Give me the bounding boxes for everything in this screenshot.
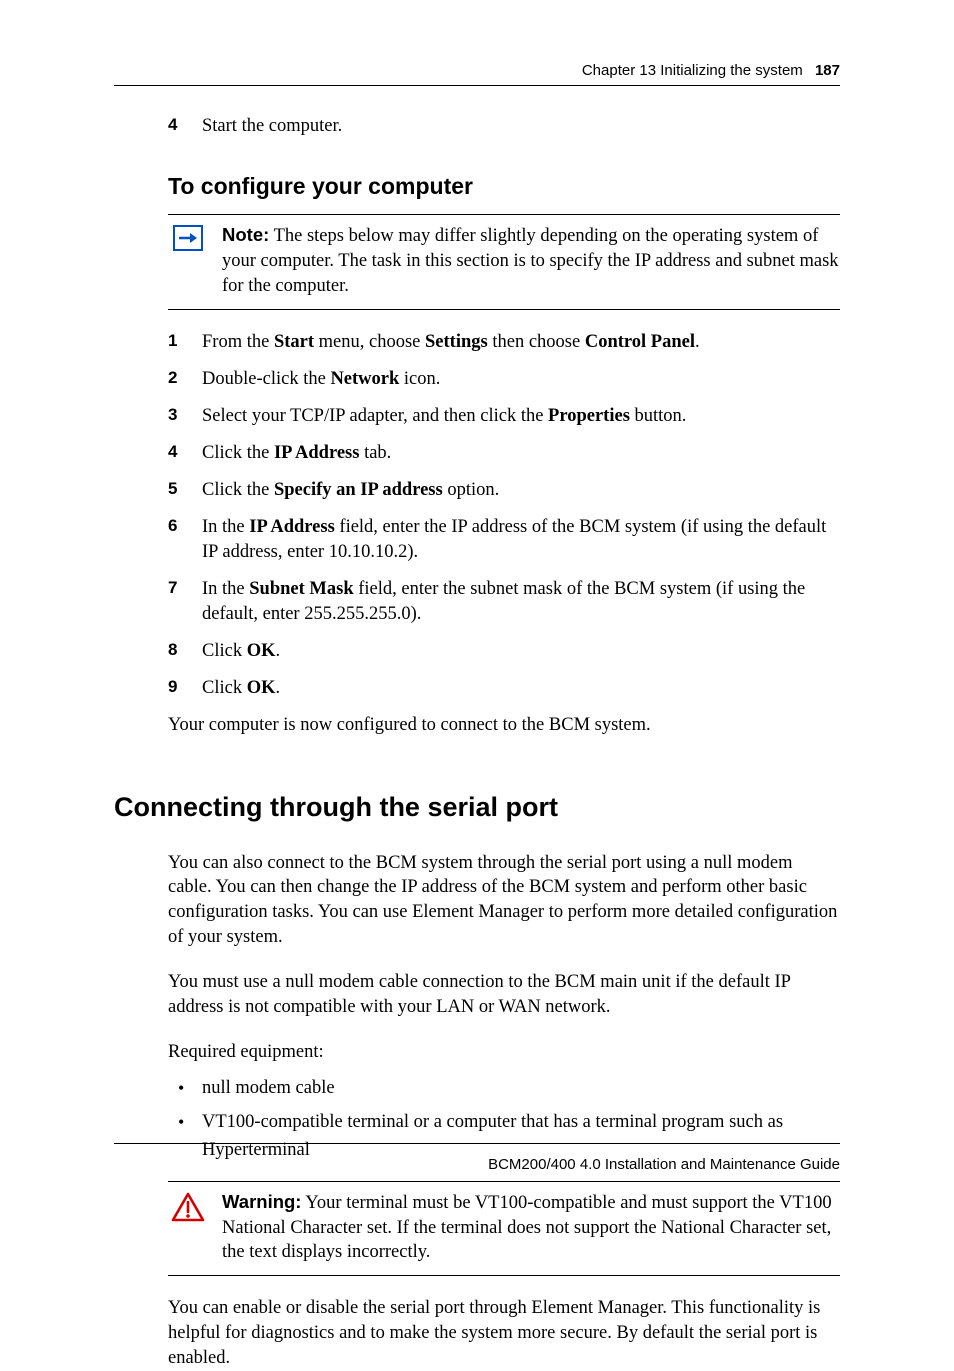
step-number: 8: [168, 639, 177, 662]
step-item: 7 In the Subnet Mask field, enter the sub…: [168, 577, 840, 627]
step-number: 4: [168, 114, 177, 137]
list-item: null modem cable: [168, 1075, 840, 1103]
heading-configure: To configure your computer: [168, 173, 840, 200]
pre-step-list: 4 Start the computer.: [168, 114, 840, 139]
chapter-label: Chapter 13 Initializing the system: [582, 62, 803, 79]
note-text: Note: The steps below may differ slightl…: [222, 223, 840, 299]
step-item: 1 From the Start menu, choose Settings th…: [168, 330, 840, 355]
step-item: 8 Click OK.: [168, 639, 840, 664]
step-item: 5 Click the Specify an IP address option.: [168, 478, 840, 503]
step-number: 6: [168, 515, 177, 538]
footer-rule: [114, 1143, 840, 1144]
step-item: 3 Select your TCP/IP adapter, and then cl…: [168, 404, 840, 429]
note-callout: Note: The steps below may differ slightl…: [168, 214, 840, 310]
running-header: Chapter 13 Initializing the system 187: [114, 62, 840, 79]
step-text: From the Start menu, choose Settings the…: [202, 332, 700, 352]
configure-closing: Your computer is now configured to conne…: [168, 713, 840, 738]
serial-p1: You can also connect to the BCM system t…: [168, 851, 840, 951]
step-text: Click the Specify an IP address option.: [202, 480, 499, 500]
step-text: Start the computer.: [202, 116, 342, 136]
step-text: Click the IP Address tab.: [202, 443, 391, 463]
step-text: Double-click the Network icon.: [202, 369, 440, 389]
note-icon-cell: [168, 223, 208, 251]
step-number: 9: [168, 676, 177, 699]
step-item: 4 Start the computer.: [168, 114, 840, 139]
warning-text: Warning: Your terminal must be VT100-com…: [222, 1190, 840, 1266]
warning-callout: Warning: Your terminal must be VT100-com…: [168, 1181, 840, 1277]
heading-serial: Connecting through the serial port: [114, 792, 840, 823]
content-area: 4 Start the computer. To configure your …: [114, 114, 840, 1371]
step-text: In the Subnet Mask field, enter the subn…: [202, 579, 805, 624]
warning-icon: [171, 1192, 205, 1222]
footer-text: BCM200/400 4.0 Installation and Maintena…: [114, 1156, 840, 1173]
warning-body: Your terminal must be VT100-compatible a…: [222, 1193, 832, 1263]
required-equipment-label: Required equipment:: [168, 1040, 840, 1065]
page: Chapter 13 Initializing the system 187 4…: [0, 0, 954, 1235]
step-number: 3: [168, 404, 177, 427]
step-number: 4: [168, 441, 177, 464]
step-number: 7: [168, 577, 177, 600]
header-rule: [114, 85, 840, 86]
step-text: In the IP Address field, enter the IP ad…: [202, 517, 826, 562]
step-text: Click OK.: [202, 678, 280, 698]
step-text: Select your TCP/IP adapter, and then cli…: [202, 406, 686, 426]
serial-p3: You can enable or disable the serial por…: [168, 1296, 840, 1371]
footer: BCM200/400 4.0 Installation and Maintena…: [114, 1143, 840, 1173]
configure-steps: 1 From the Start menu, choose Settings th…: [168, 330, 840, 701]
step-item: 4 Click the IP Address tab.: [168, 441, 840, 466]
step-item: 9 Click OK.: [168, 676, 840, 701]
warning-icon-cell: [168, 1190, 208, 1222]
step-number: 1: [168, 330, 177, 353]
step-number: 2: [168, 367, 177, 390]
note-lead: Note:: [222, 224, 269, 245]
step-number: 5: [168, 478, 177, 501]
step-text: Click OK.: [202, 641, 280, 661]
arrow-icon: [173, 225, 203, 251]
step-item: 2 Double-click the Network icon.: [168, 367, 840, 392]
warning-lead: Warning:: [222, 1191, 301, 1212]
step-item: 6 In the IP Address field, enter the IP a…: [168, 515, 840, 565]
page-number: 187: [815, 62, 840, 79]
note-body: The steps below may differ slightly depe…: [222, 226, 839, 296]
serial-p2: You must use a null modem cable connecti…: [168, 970, 840, 1020]
